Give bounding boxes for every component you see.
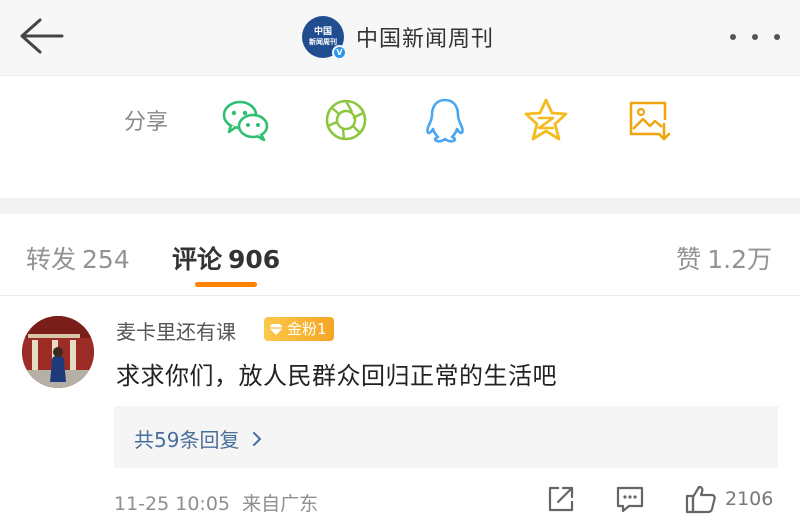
reply-comment-button[interactable] bbox=[615, 484, 645, 514]
share-icon bbox=[548, 486, 574, 512]
view-replies-label: 共59条回复 bbox=[134, 428, 240, 452]
comment-bubble-icon bbox=[616, 486, 644, 513]
account-header[interactable]: 中国 新闻周刊 V 中国新闻周刊 bbox=[302, 14, 494, 60]
avatar-photo-image bbox=[22, 316, 94, 388]
dot-icon bbox=[752, 34, 758, 40]
fan-level-badge[interactable]: 金粉1 bbox=[264, 317, 334, 341]
back-button[interactable] bbox=[16, 14, 66, 58]
tab-like-count: 1.2万 bbox=[707, 245, 772, 274]
account-avatar[interactable]: 中国 新闻周刊 V bbox=[302, 16, 347, 60]
save-image-button[interactable] bbox=[624, 96, 674, 144]
tab-repost[interactable]: 转发 254 bbox=[26, 240, 130, 276]
verified-badge-icon: V bbox=[332, 45, 347, 60]
share-qq-button[interactable] bbox=[420, 96, 470, 144]
top-bar: 中国 新闻周刊 V 中国新闻周刊 bbox=[0, 0, 800, 76]
active-tab-indicator bbox=[195, 282, 257, 287]
share-qzone-button[interactable] bbox=[521, 96, 571, 144]
share-wechat-button[interactable] bbox=[221, 96, 271, 144]
dot-icon bbox=[774, 34, 780, 40]
fan-badge-label: 金粉1 bbox=[287, 320, 327, 338]
save-image-icon bbox=[629, 101, 671, 141]
dot-icon bbox=[730, 34, 736, 40]
tab-repost-label: 转发 bbox=[26, 245, 77, 274]
comment-location: 来自广东 bbox=[242, 493, 319, 515]
comment-text: 求求你们，放人民群众回归正常的生活吧 bbox=[116, 362, 557, 390]
qzone-icon bbox=[524, 98, 568, 141]
share-moments-button[interactable] bbox=[322, 96, 372, 144]
tab-repost-count: 254 bbox=[82, 245, 130, 274]
share-comment-button[interactable] bbox=[546, 484, 576, 514]
share-label: 分享 bbox=[124, 110, 169, 135]
more-options-button[interactable] bbox=[730, 22, 780, 52]
logo-text-line-2: 新闻周刊 bbox=[309, 38, 337, 46]
section-divider bbox=[0, 198, 800, 214]
comment-item: 麦卡里还有课 金粉1 求求你们，放人民群众回归正常的生活吧 共59条回复 11-… bbox=[0, 296, 800, 521]
back-arrow-icon bbox=[20, 18, 64, 54]
diamond-icon bbox=[269, 324, 283, 335]
view-replies-link[interactable]: 共59条回复 bbox=[134, 424, 263, 453]
commenter-username[interactable]: 麦卡里还有课 bbox=[116, 316, 236, 345]
qq-icon bbox=[426, 98, 464, 143]
tab-like-label: 赞 bbox=[676, 245, 702, 274]
chevron-right-icon bbox=[253, 431, 262, 446]
tab-like[interactable]: 赞 1.2万 bbox=[676, 240, 772, 276]
moments-icon bbox=[325, 99, 367, 141]
tab-comment-label: 评论 bbox=[172, 245, 223, 274]
wechat-icon bbox=[222, 100, 269, 142]
comment-timestamp: 11-25 10:05 bbox=[114, 493, 231, 515]
account-name[interactable]: 中国新闻周刊 bbox=[356, 21, 494, 53]
tab-comment-count: 906 bbox=[228, 245, 281, 274]
tab-comment[interactable]: 评论 906 bbox=[172, 240, 280, 276]
commenter-avatar[interactable] bbox=[22, 316, 94, 388]
replies-panel[interactable]: 共59条回复 bbox=[114, 406, 778, 468]
comment-meta: 11-25 10:05 来自广东 bbox=[114, 489, 318, 516]
logo-text-line-1: 中国 bbox=[313, 27, 332, 37]
interaction-tabs: 转发 254 评论 906 赞 1.2万 bbox=[0, 214, 800, 296]
thumbs-up-icon bbox=[685, 485, 716, 514]
comment-like-count: 2106 bbox=[725, 488, 774, 510]
like-comment-button[interactable]: 2106 bbox=[685, 484, 773, 514]
share-panel: 分享 bbox=[0, 76, 800, 198]
